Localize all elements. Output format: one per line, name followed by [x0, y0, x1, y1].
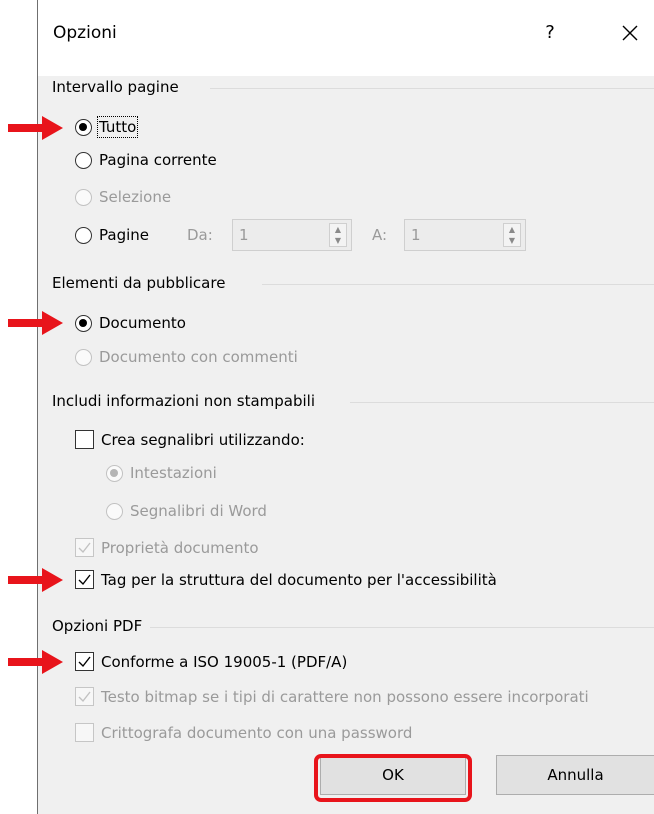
radio-headings-label: Intestazioni: [130, 464, 217, 482]
checkbox[interactable]: [75, 652, 94, 671]
radio-selection-label: Selezione: [99, 188, 172, 206]
radio-button[interactable]: [75, 314, 92, 332]
dialog-title: Opzioni: [53, 23, 117, 43]
radio-word-bookmarks-label: Segnalibri di Word: [130, 502, 267, 520]
radio-all-label: Tutto: [96, 116, 139, 138]
spin-up-icon[interactable]: ▲: [504, 224, 520, 235]
spin-down-icon[interactable]: ▼: [330, 235, 346, 246]
radio-selection: Selezione: [75, 188, 171, 206]
group-divider: [210, 88, 654, 89]
checkmark-icon: [78, 542, 91, 554]
radio-button[interactable]: [75, 226, 92, 244]
cancel-button[interactable]: Annulla: [496, 755, 654, 795]
create-bookmarks-label: Crea segnalibri utilizzando:: [101, 430, 305, 449]
publish-title: Elementi da pubblicare: [52, 274, 226, 292]
radio-headings: Intestazioni: [106, 464, 217, 482]
radio-button[interactable]: [75, 118, 92, 136]
radio-button: [75, 188, 92, 206]
tags-label: Tag per la struttura del documento per l…: [101, 570, 497, 589]
checkbox-tags[interactable]: Tag per la struttura del documento per l…: [75, 570, 497, 589]
to-value: 1: [411, 226, 421, 244]
title-bar: Opzioni ?: [38, 0, 654, 76]
radio-all[interactable]: Tutto: [75, 116, 139, 138]
help-button[interactable]: ?: [535, 18, 565, 48]
radio-document-label: Documento: [99, 314, 186, 332]
radio-button: [106, 464, 123, 482]
red-arrow-icon: [8, 650, 63, 674]
checkbox-create-bookmarks[interactable]: Crea segnalibri utilizzando:: [75, 430, 305, 449]
doc-properties-label: Proprietà documento: [101, 538, 259, 557]
checkbox-iso[interactable]: Conforme a ISO 19005-1 (PDF/A): [75, 652, 347, 671]
encrypt-label: Crittografa documento con una password: [101, 723, 413, 742]
radio-word-bookmarks: Segnalibri di Word: [106, 502, 267, 520]
radio-button[interactable]: [75, 151, 92, 169]
checkmark-icon: [78, 691, 91, 703]
red-arrow-icon: [8, 568, 63, 592]
checkbox[interactable]: [75, 570, 94, 589]
pdf-options-title: Opzioni PDF: [52, 617, 143, 635]
radio-current-page[interactable]: Pagina corrente: [75, 151, 217, 169]
red-arrow-icon: [8, 116, 63, 140]
radio-pages-label: Pagine: [99, 226, 149, 244]
to-spin-arrows[interactable]: ▲ ▼: [503, 223, 521, 247]
checkbox-bitmap-text: Testo bitmap se i tipi di carattere non …: [75, 687, 589, 706]
radio-button: [75, 348, 92, 366]
radio-document-with-comments-label: Documento con commenti: [99, 348, 298, 366]
radio-pages[interactable]: Pagine: [75, 226, 149, 244]
group-divider: [262, 284, 654, 285]
from-spin-arrows[interactable]: ▲ ▼: [329, 223, 347, 247]
checkbox-doc-properties: Proprietà documento: [75, 538, 259, 557]
checkmark-icon: [78, 574, 91, 586]
close-button[interactable]: [615, 18, 645, 48]
group-divider: [150, 627, 654, 628]
radio-document-with-comments: Documento con commenti: [75, 348, 298, 366]
from-label: Da:: [187, 226, 213, 244]
group-divider: [350, 402, 654, 403]
spin-up-icon[interactable]: ▲: [330, 224, 346, 235]
checkbox[interactable]: [75, 430, 94, 449]
radio-document[interactable]: Documento: [75, 314, 186, 332]
bitmap-text-label: Testo bitmap se i tipi di carattere non …: [101, 687, 589, 706]
from-spinner[interactable]: 1 ▲ ▼: [232, 219, 352, 251]
checkbox-encrypt: Crittografa documento con una password: [75, 723, 412, 742]
spin-down-icon[interactable]: ▼: [504, 235, 520, 246]
ok-highlight-box: [314, 754, 472, 802]
to-label: A:: [372, 226, 388, 244]
iso-label: Conforme a ISO 19005-1 (PDF/A): [101, 652, 348, 671]
from-value: 1: [239, 226, 249, 244]
page-range-title: Intervallo pagine: [52, 78, 179, 96]
red-arrow-icon: [8, 311, 63, 335]
radio-current-page-label: Pagina corrente: [99, 151, 217, 169]
checkbox: [75, 538, 94, 557]
radio-button: [106, 502, 123, 520]
non-printing-title: Includi informazioni non stampabili: [52, 392, 316, 410]
checkbox: [75, 687, 94, 706]
close-icon: [622, 25, 638, 41]
checkmark-icon: [78, 656, 91, 668]
to-spinner[interactable]: 1 ▲ ▼: [404, 219, 526, 251]
checkbox: [75, 723, 94, 742]
